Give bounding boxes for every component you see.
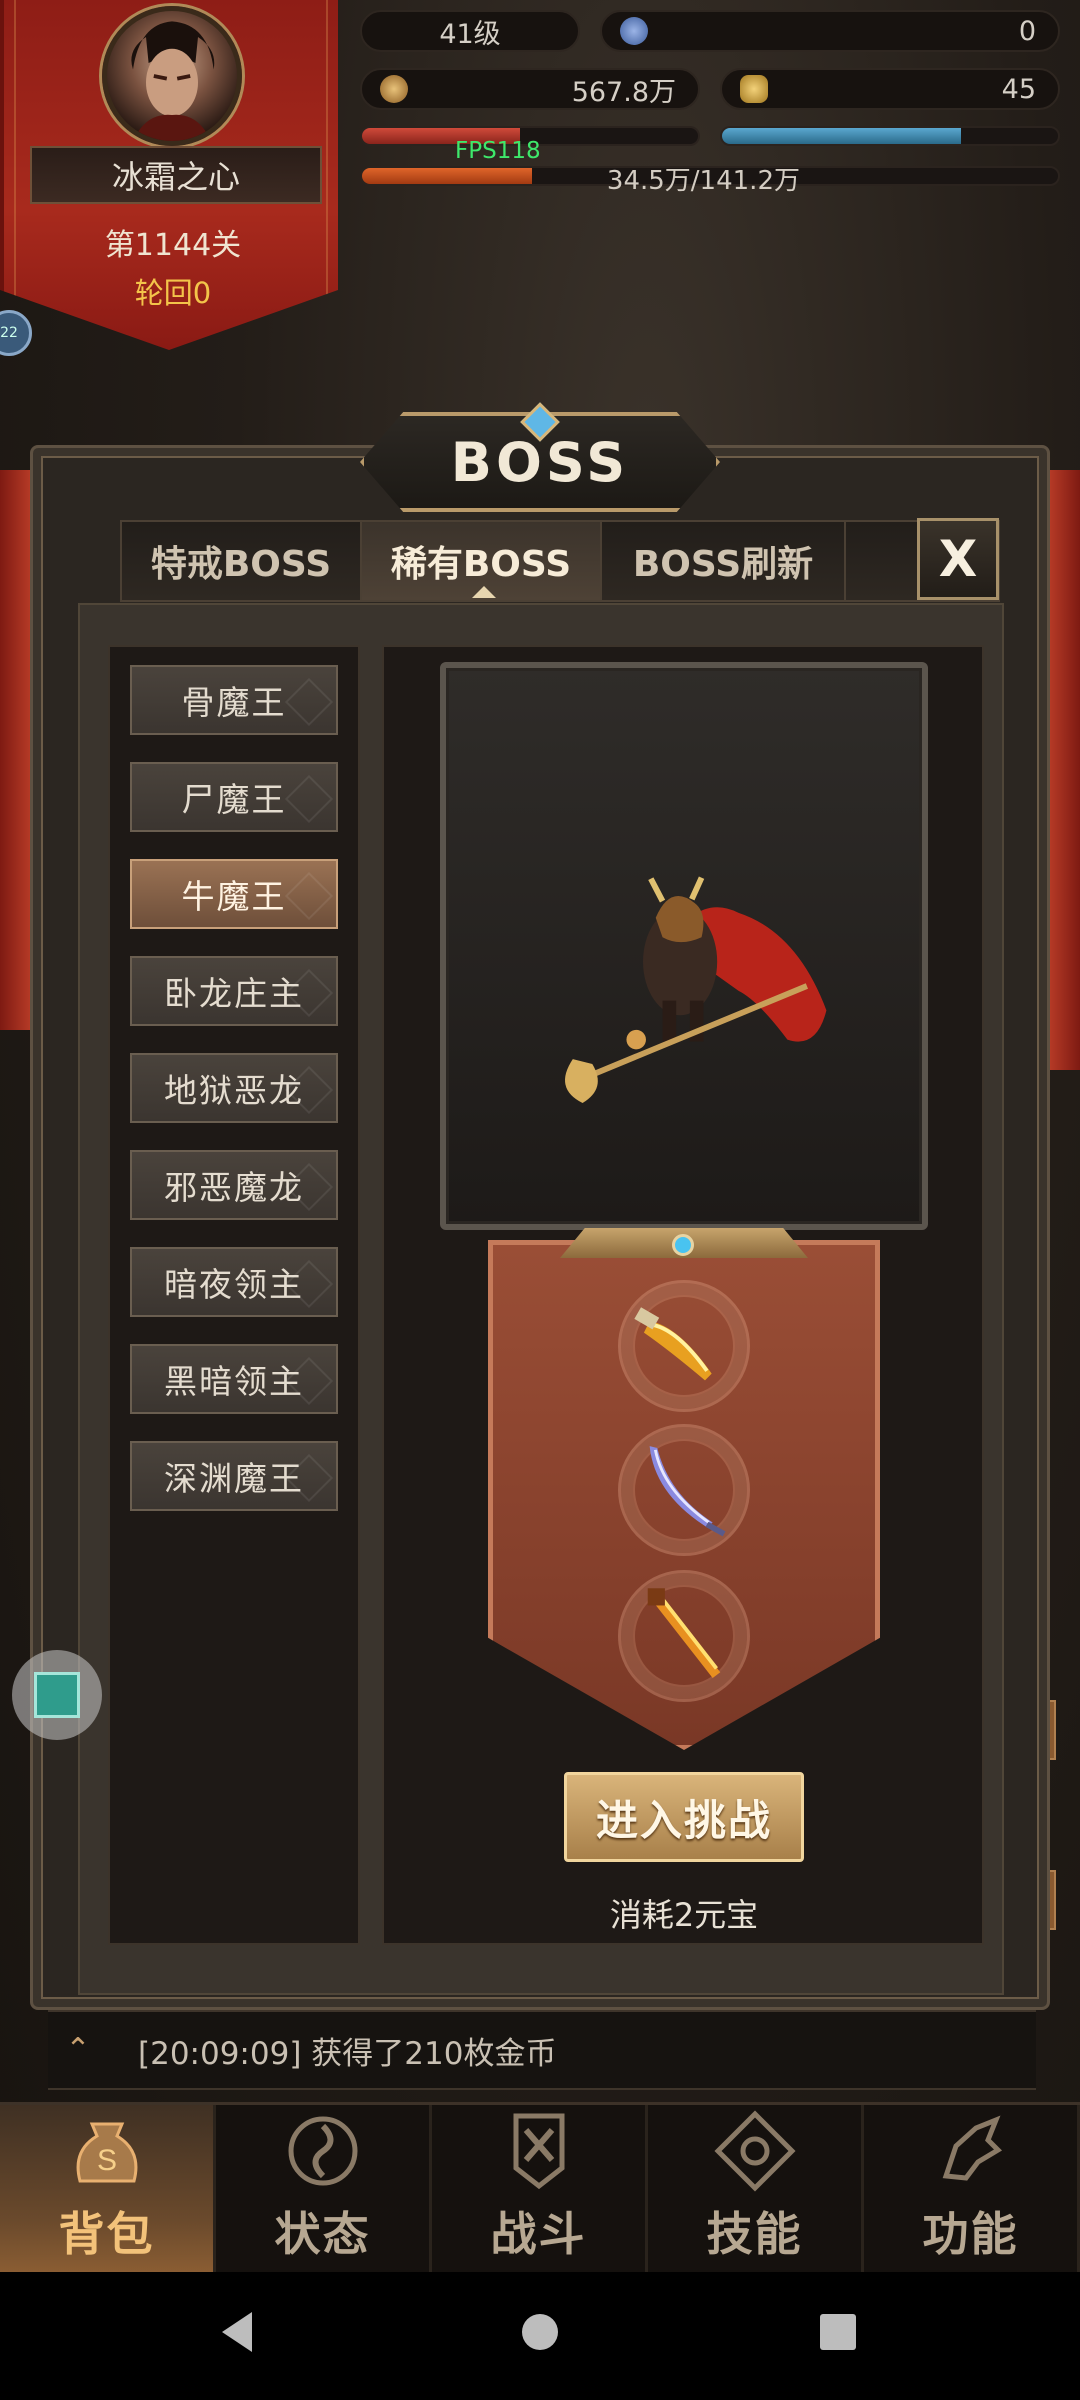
tab-boss-refresh[interactable]: BOSS刷新	[602, 522, 846, 600]
nav-function-label: 功能	[922, 2207, 1019, 2261]
enter-challenge-button[interactable]: 进入挑战	[564, 1772, 804, 1862]
fire-sword-icon	[647, 1588, 721, 1678]
skill-icon	[713, 2110, 796, 2192]
nav-bag[interactable]: S 背包	[0, 2105, 216, 2272]
floating-cube-button[interactable]	[12, 1650, 102, 1740]
tab-rare-boss[interactable]: 稀有BOSS	[362, 522, 602, 600]
boss-list-item[interactable]: 地狱恶龙	[130, 1053, 338, 1123]
chat-toggle-icon[interactable]: ⌃	[58, 2030, 98, 2070]
level-pill: 41级	[360, 10, 580, 52]
mana-bar-fill	[722, 128, 961, 144]
ingot-pill[interactable]: 45	[720, 68, 1060, 110]
nav-battle-label: 战斗	[490, 2207, 587, 2261]
ingot-icon	[740, 75, 768, 103]
system-nav-bar	[0, 2272, 1080, 2400]
shield-gem-icon	[672, 1234, 694, 1256]
mana-bar	[720, 126, 1060, 146]
bull-demon-king-icon	[565, 876, 827, 1104]
boss-tabs: 特戒BOSS 稀有BOSS BOSS刷新	[120, 520, 1000, 602]
battle-icon	[513, 2113, 564, 2190]
player-name: 冰霜之心	[30, 146, 322, 204]
back-icon[interactable]	[216, 2308, 260, 2356]
boss-list-item[interactable]: 邪恶魔龙	[130, 1150, 338, 1220]
boss-list-item[interactable]: 牛魔王	[130, 859, 338, 929]
diamond-pill[interactable]: 0	[600, 10, 1060, 52]
boss-list-item[interactable]: 深渊魔王	[130, 1441, 338, 1511]
nav-skill-label: 技能	[706, 2207, 803, 2261]
player-avatar[interactable]	[102, 6, 242, 146]
tab-special-ring-boss[interactable]: 特戒BOSS	[122, 522, 362, 600]
boss-list-item[interactable]: 暗夜领主	[130, 1247, 338, 1317]
reincarnation-label: 轮回0	[134, 276, 212, 310]
nav-function[interactable]: 功能	[864, 2105, 1080, 2272]
game-screen: 冰霜之心 第1144关 轮回0 22 41级 0 567.8万 45 FPS11…	[0, 0, 1080, 2400]
drop-slot-1[interactable]	[618, 1280, 750, 1412]
bag-icon: S	[76, 2122, 137, 2183]
player-banner[interactable]: 冰霜之心 第1144关 轮回0	[0, 0, 338, 350]
diamond-value: 0	[1018, 15, 1036, 47]
avatar-portrait-icon	[131, 21, 215, 141]
close-button[interactable]: X	[917, 518, 999, 600]
stage-label: 第1144关	[104, 228, 242, 263]
nav-bag-label: 背包	[58, 2207, 155, 2261]
gold-pill[interactable]: 567.8万	[360, 68, 700, 110]
level-value: 41级	[439, 18, 501, 50]
gold-coin-icon	[380, 75, 408, 103]
crescent-blade-icon	[649, 1446, 726, 1537]
side-badge[interactable]: 22	[0, 310, 32, 356]
boss-list-item[interactable]: 尸魔王	[130, 762, 338, 832]
nav-status-label: 状态	[274, 2207, 371, 2261]
nav-battle[interactable]: 战斗	[432, 2105, 648, 2272]
gold-value: 567.8万	[571, 76, 676, 108]
flame-blade-icon	[634, 1307, 712, 1381]
hp-text: 34.5万/141.2万	[606, 166, 800, 196]
status-icon	[288, 2116, 357, 2186]
chat-bar[interactable]: ⌃ [20:09:09] 获得了210枚金币	[48, 2010, 1036, 2090]
ingot-value: 45	[1001, 73, 1036, 105]
recents-icon[interactable]	[818, 2308, 858, 2356]
boss-list-item[interactable]: 骨魔王	[130, 665, 338, 735]
challenge-cost: 消耗2元宝	[609, 1896, 759, 1934]
nav-skill[interactable]: 技能	[648, 2105, 864, 2272]
bottom-nav: S 背包 状态 战斗 技能 功能	[0, 2102, 1080, 2272]
drop-slot-3[interactable]	[618, 1570, 750, 1702]
boss-list-item[interactable]: 卧龙庄主	[130, 956, 338, 1026]
function-icon	[942, 2115, 1002, 2181]
boss-list-item[interactable]: 黑暗领主	[130, 1344, 338, 1414]
chat-message: [20:09:09] 获得了210枚金币	[138, 2035, 557, 2072]
cube-icon	[34, 1672, 80, 1718]
nav-status[interactable]: 状态	[216, 2105, 432, 2272]
diamond-icon	[620, 17, 648, 45]
svg-text:S: S	[96, 2144, 116, 2177]
drop-slot-2[interactable]	[618, 1424, 750, 1556]
boss-portrait	[440, 662, 928, 1230]
home-icon[interactable]	[520, 2308, 560, 2356]
